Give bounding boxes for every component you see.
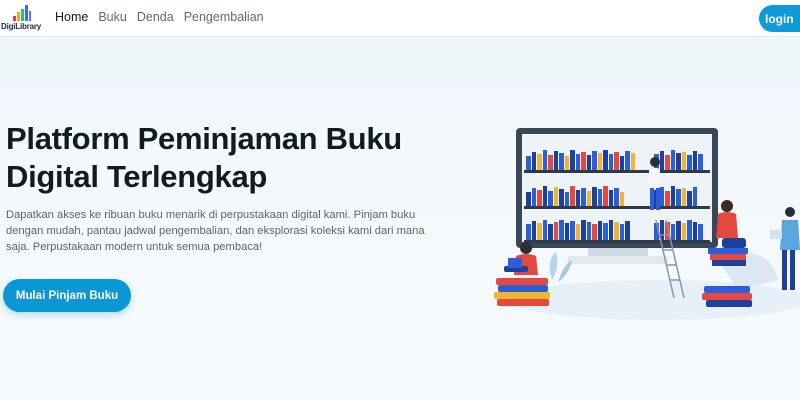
brand-name: DigiLibrary bbox=[1, 22, 42, 31]
nav-link-pengembalian[interactable]: Pengembalian bbox=[184, 10, 264, 24]
bar-chart-logo-icon bbox=[13, 5, 31, 21]
library-monitor-illustration bbox=[494, 128, 800, 320]
navbar: DigiLibrary Home Buku Denda Pengembalian… bbox=[0, 0, 800, 37]
login-button[interactable]: login bbox=[759, 5, 800, 32]
hero-title-line-1: Platform Peminjaman Buku bbox=[6, 121, 402, 156]
nav-link-denda[interactable]: Denda bbox=[137, 10, 174, 24]
hero-title-line-2: Digital Terlengkap bbox=[6, 159, 268, 194]
hero-description: Dapatkan akses ke ribuan buku menarik di… bbox=[6, 209, 425, 253]
hero-title: Platform Peminjaman Buku Digital Terleng… bbox=[6, 120, 446, 196]
brand-logo[interactable]: DigiLibrary bbox=[1, 4, 45, 34]
nav-links: Home Buku Denda Pengembalian bbox=[55, 10, 274, 24]
start-borrowing-button[interactable]: Mulai Pinjam Buku bbox=[3, 279, 131, 312]
nav-link-buku[interactable]: Buku bbox=[98, 10, 127, 24]
nav-link-home[interactable]: Home bbox=[55, 10, 88, 24]
